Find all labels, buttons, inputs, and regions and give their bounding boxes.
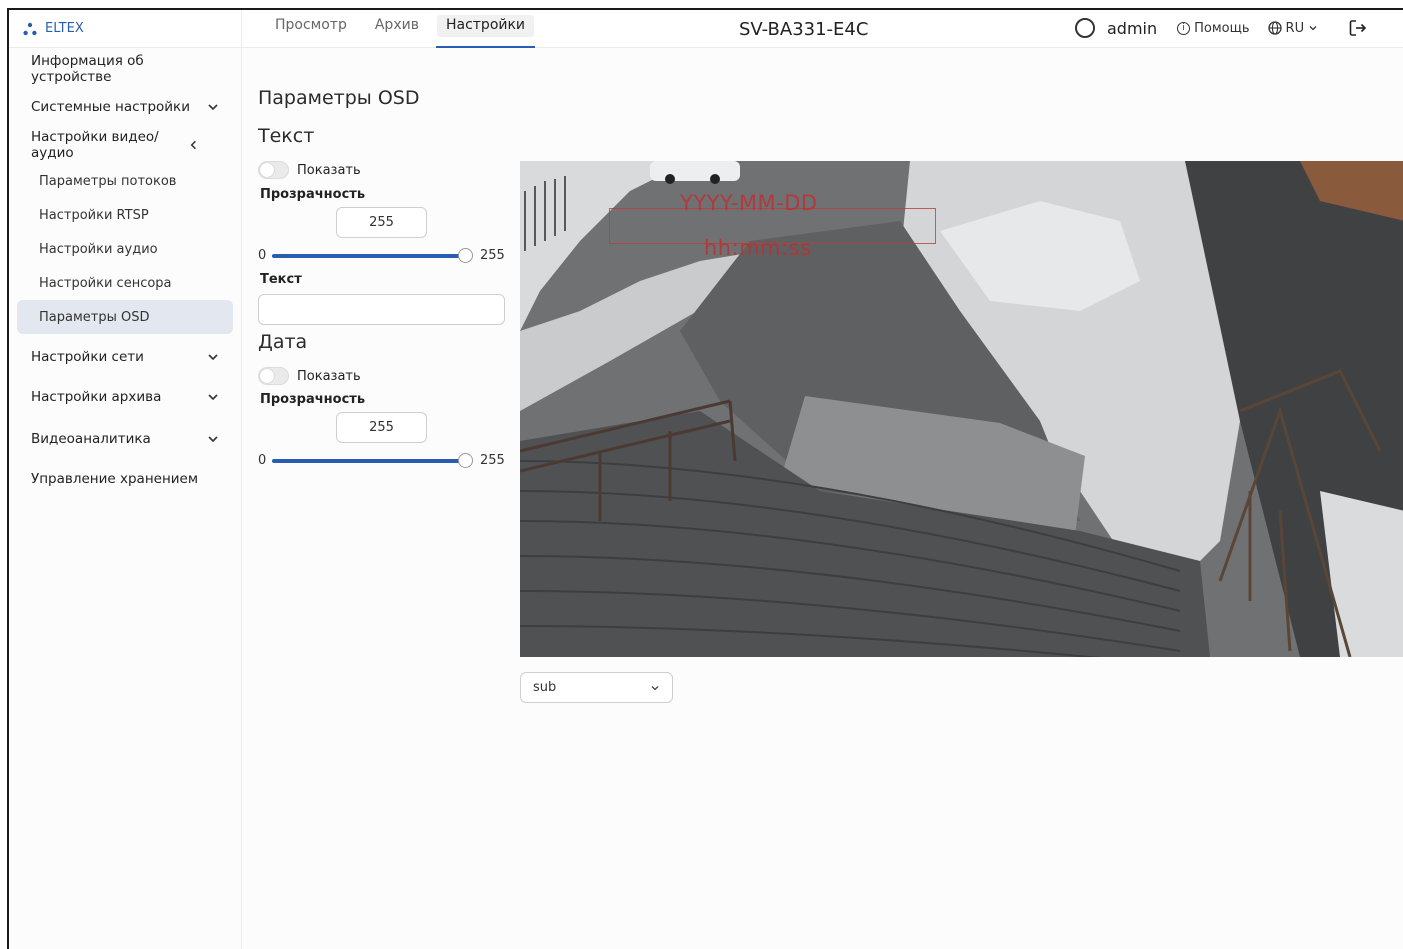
- text-field-label: Текст: [260, 272, 302, 287]
- date-transparency-slider[interactable]: 0 255: [258, 452, 505, 468]
- tab-settings[interactable]: Настройки: [435, 15, 536, 48]
- slider-min: 0: [258, 248, 267, 263]
- text-section-title: Текст: [258, 125, 315, 147]
- osd-time-overlay: hh:mm:ss: [704, 236, 812, 260]
- slider-min: 0: [258, 453, 267, 468]
- date-transparency-label: Прозрачность: [260, 392, 366, 407]
- date-show-label: Показать: [297, 368, 361, 384]
- slider-max: 255: [480, 248, 505, 263]
- page-title: Параметры OSD: [258, 87, 420, 109]
- theme-toggle-icon[interactable]: [1075, 18, 1095, 38]
- chevron-left-icon: [190, 140, 196, 150]
- username[interactable]: admin: [1107, 19, 1157, 38]
- text-transparency-label: Прозрачность: [260, 187, 366, 202]
- chevron-down-icon: [208, 436, 218, 443]
- slider-thumb[interactable]: [458, 247, 473, 263]
- slider-thumb[interactable]: [458, 452, 473, 468]
- sidebar-item-video-audio[interactable]: Настройки видео/аудио: [9, 126, 241, 164]
- date-section-title: Дата: [258, 331, 308, 353]
- sidebar: Информация об устройстве Системные настр…: [9, 50, 241, 498]
- eltex-logo-icon: [23, 22, 37, 35]
- help-link[interactable]: i Помощь: [1177, 20, 1250, 36]
- brand-name: ELTEX: [45, 21, 84, 36]
- text-transparency-slider[interactable]: 0 255: [258, 247, 505, 263]
- video-preview[interactable]: YYYY-MM-DD hh:mm:ss: [520, 161, 1403, 657]
- sidebar-item-label: Информация об устройстве: [31, 53, 144, 85]
- text-show-row: Показать: [258, 161, 361, 179]
- sidebar-item-stream-params[interactable]: Параметры потоков: [9, 164, 241, 198]
- sidebar-item-label: Настройки сети: [31, 349, 144, 365]
- sidebar-item-label: Настройки архива: [31, 389, 162, 405]
- chevron-down-icon: [1309, 26, 1317, 31]
- sidebar-item-device-info[interactable]: Информация об устройстве: [9, 50, 241, 88]
- main-tabs: Просмотр Архив Настройки: [265, 10, 542, 48]
- logout-icon: [1349, 20, 1367, 36]
- chevron-down-icon: [651, 685, 659, 690]
- sidebar-item-label: Управление хранением: [31, 471, 199, 487]
- sidebar-divider: [241, 10, 242, 949]
- text-show-toggle[interactable]: [258, 161, 289, 179]
- sidebar-item-label: Настройки видео/аудио: [31, 129, 159, 161]
- osd-text-input[interactable]: [258, 294, 505, 325]
- sidebar-item-archive[interactable]: Настройки архива: [9, 376, 241, 418]
- chevron-down-icon: [208, 394, 218, 401]
- sidebar-item-label: Системные настройки: [31, 99, 190, 115]
- header-actions: admin i Помощь RU: [1075, 18, 1368, 38]
- sidebar-item-osd[interactable]: Параметры OSD: [17, 300, 233, 334]
- sidebar-item-video-analytics[interactable]: Видеоаналитика: [9, 418, 241, 460]
- sidebar-item-label: Видеоаналитика: [31, 431, 151, 447]
- info-icon: i: [1177, 21, 1191, 35]
- chevron-down-icon: [208, 354, 218, 361]
- globe-icon: [1267, 21, 1282, 35]
- slider-track[interactable]: [272, 452, 473, 468]
- text-transparency-input[interactable]: 255: [336, 207, 427, 238]
- language-label: RU: [1285, 20, 1305, 36]
- chevron-down-icon: [208, 104, 218, 111]
- sidebar-item-network[interactable]: Настройки сети: [9, 338, 241, 376]
- date-show-toggle[interactable]: [258, 367, 289, 385]
- sidebar-item-system-settings[interactable]: Системные настройки: [9, 88, 241, 126]
- help-label: Помощь: [1194, 20, 1250, 36]
- sidebar-item-sensor[interactable]: Настройки сенсора: [9, 266, 241, 300]
- sidebar-item-storage[interactable]: Управление хранением: [9, 460, 241, 498]
- logout-button[interactable]: [1348, 18, 1368, 38]
- language-select[interactable]: RU: [1267, 20, 1319, 36]
- brand-logo[interactable]: ELTEX: [23, 21, 84, 36]
- sidebar-item-rtsp[interactable]: Настройки RTSP: [9, 198, 241, 232]
- osd-date-overlay: YYYY-MM-DD: [680, 191, 818, 215]
- sidebar-item-audio[interactable]: Настройки аудио: [9, 232, 241, 266]
- slider-max: 255: [480, 453, 505, 468]
- top-header: ELTEX Просмотр Архив Настройки SV-BA331-…: [9, 10, 1403, 48]
- date-show-row: Показать: [258, 367, 361, 385]
- stream-select-value: sub: [533, 680, 557, 695]
- slider-track[interactable]: [272, 247, 473, 263]
- text-show-label: Показать: [297, 162, 361, 178]
- tab-archive[interactable]: Архив: [365, 10, 429, 46]
- stream-select[interactable]: sub: [520, 672, 673, 703]
- device-title: SV-BA331-E4C: [739, 19, 869, 40]
- app-window: ELTEX Просмотр Архив Настройки SV-BA331-…: [7, 8, 1403, 949]
- tab-view[interactable]: Просмотр: [265, 10, 357, 46]
- date-transparency-input[interactable]: 255: [336, 412, 427, 443]
